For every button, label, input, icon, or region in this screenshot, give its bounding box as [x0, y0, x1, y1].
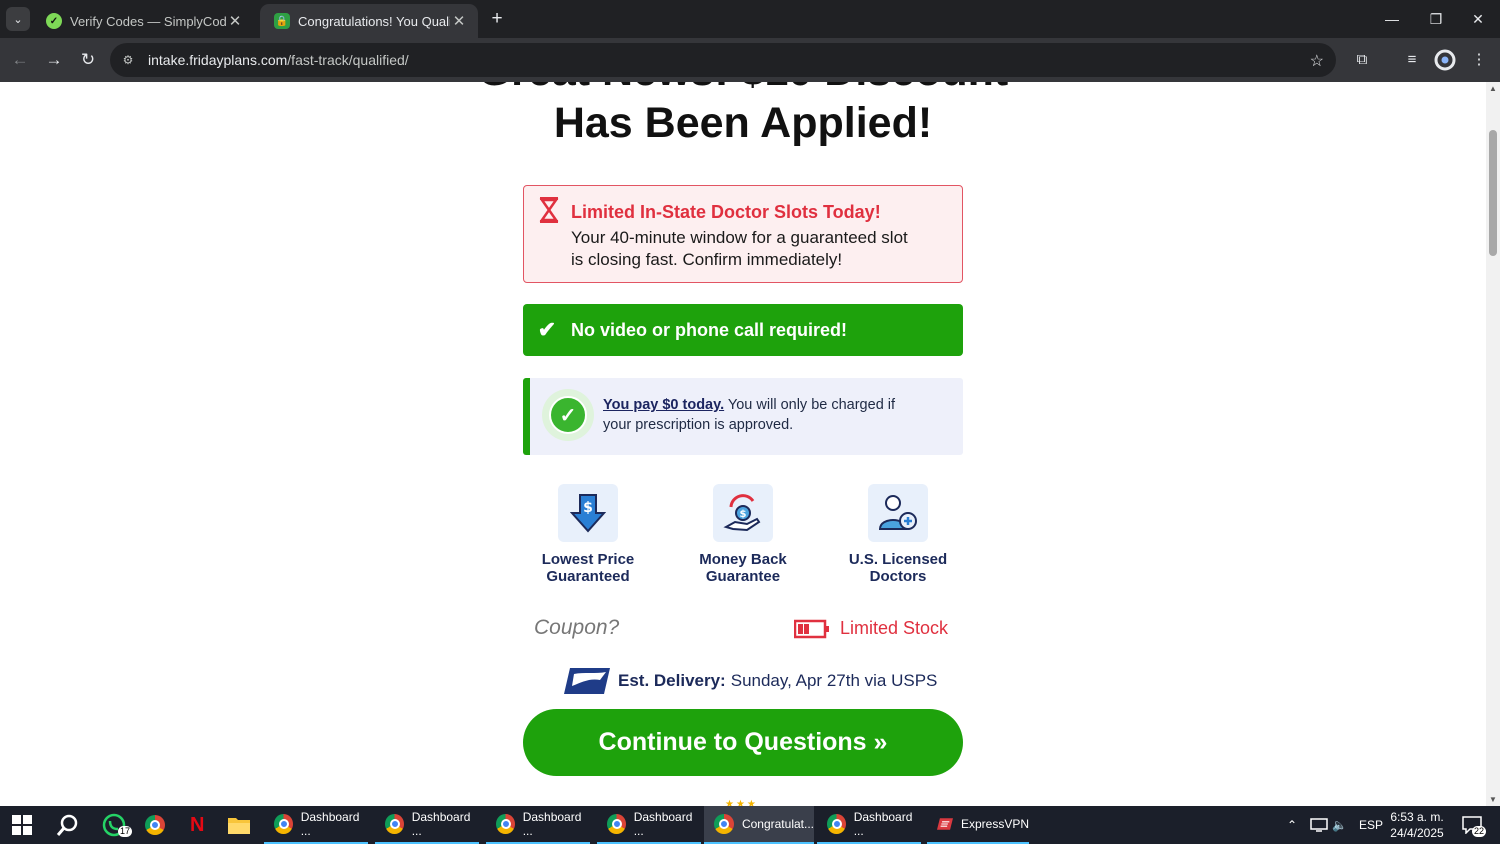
tab-verify-codes[interactable]: ✓ Verify Codes — SimplyCodes ✕ [32, 4, 254, 38]
taskbar-chrome-dashboard-2[interactable]: Dashboard ... [375, 806, 479, 844]
chrome-icon [274, 814, 293, 834]
coupon-link[interactable]: Coupon? [534, 616, 619, 640]
stock-text: Limited Stock [840, 618, 949, 638]
scroll-down-icon[interactable]: ▼ [1488, 795, 1498, 804]
network-icon[interactable] [1310, 806, 1328, 844]
feature-lowest-price: $ Lowest Price Guaranteed [513, 484, 663, 585]
address-bar[interactable]: ⚙ intake.fridayplans.com/fast-track/qual… [110, 43, 1336, 77]
tab-search-button[interactable]: ⌄ [6, 7, 30, 31]
delivery-estimate: Est. Delivery: Sunday, Apr 27th via USPS [564, 666, 937, 696]
notifications-icon[interactable]: 22 [1462, 806, 1487, 844]
taskbar-chrome-dashboard-1[interactable]: Dashboard ... [264, 806, 368, 844]
page-content: Great News: $10 Discount Has Been Applie… [0, 82, 1486, 806]
feature-label: U.S. Licensed Doctors [848, 551, 948, 585]
feature-label: Lowest Price Guaranteed [541, 551, 635, 585]
whatsapp-icon[interactable]: 17 [102, 806, 133, 844]
chrome-icon [607, 814, 626, 834]
chrome-icon [385, 814, 404, 834]
forward-icon[interactable]: → [42, 48, 66, 72]
windows-taskbar: 17 N Dashboard ... Dashboard ... Dashboa… [0, 806, 1500, 844]
netflix-icon[interactable]: N [190, 806, 204, 844]
payment-text: You pay $0 today. You will only be charg… [603, 397, 896, 433]
tab-strip: ⌄ ✓ Verify Codes — SimplyCodes ✕ 🔒 Congr… [0, 0, 1500, 38]
no-call-text: No video or phone call required! [571, 319, 848, 340]
hourglass-icon [539, 197, 559, 223]
payment-notice: ✓ You pay $0 today. You will only be cha… [523, 378, 963, 455]
alert-title: Limited In-State Doctor Slots Today! [571, 202, 881, 222]
search-icon[interactable] [56, 806, 80, 844]
pay-today-link[interactable]: You pay $0 today. [603, 397, 724, 413]
feature-money-back: $ Money Back Guarantee [668, 484, 818, 585]
limited-stock: Limited Stock [794, 618, 948, 639]
low-battery-icon [794, 619, 829, 638]
windows-start-icon[interactable] [12, 806, 32, 844]
page-scrollbar[interactable]: ▲ ▼ [1486, 82, 1500, 806]
profile-icon[interactable] [1434, 49, 1456, 71]
svg-text:$: $ [740, 509, 747, 520]
menu-kebab-icon[interactable]: ⋮ [1468, 49, 1490, 71]
chrome-icon[interactable] [145, 806, 173, 844]
taskbar-chrome-dashboard-5[interactable]: Dashboard ... [817, 806, 921, 844]
new-tab-button[interactable]: + [486, 8, 508, 30]
back-icon[interactable]: ← [8, 48, 32, 72]
alert-body: Your 40-minute window for a guaranteed s… [571, 228, 908, 269]
clock-time: 6:53 a. m. [1390, 810, 1444, 824]
tab-congratulations[interactable]: 🔒 Congratulations! You Qualified! ✕ [260, 4, 478, 38]
restore-button[interactable]: ❐ [1414, 0, 1458, 38]
tray-chevron-icon[interactable]: ⌃ [1287, 806, 1297, 844]
minimize-button[interactable]: — [1370, 0, 1414, 38]
taskbar-chrome-dashboard-4[interactable]: Dashboard ... [597, 806, 701, 844]
taskbar-chrome-congratulations[interactable]: Congratulat... [704, 806, 814, 844]
feature-licensed-doctors: U.S. Licensed Doctors [823, 484, 973, 585]
simplycodes-favicon-icon: ✓ [46, 13, 62, 29]
delivery-value: Sunday, Apr 27th via USPS [730, 671, 938, 690]
fridayplans-favicon-icon: 🔒 [274, 13, 290, 29]
urgency-alert: Limited In-State Doctor Slots Today! You… [523, 185, 963, 283]
language-indicator[interactable]: ESP [1359, 806, 1383, 844]
taskbar-expressvpn[interactable]: ExpressVPN [927, 806, 1029, 844]
browser-toolbar: ← → ↻ ⚙ intake.fridayplans.com/fast-trac… [0, 38, 1500, 82]
whatsapp-badge: 17 [118, 826, 133, 837]
usps-logo-icon [564, 668, 610, 694]
expressvpn-icon [937, 818, 953, 830]
chrome-icon [827, 814, 846, 834]
tab-close-icon[interactable]: ✕ [226, 12, 244, 30]
arrow-down-dollar-icon: $ [558, 484, 618, 542]
file-explorer-icon[interactable] [228, 806, 250, 844]
reload-icon[interactable]: ↻ [76, 48, 100, 72]
rating-stars-icon: ★★★ [725, 799, 758, 806]
taskbar-chrome-dashboard-3[interactable]: Dashboard ... [486, 806, 590, 844]
clock-date: 24/4/2025 [1390, 826, 1444, 840]
check-circle-icon: ✓ [542, 389, 594, 441]
no-call-banner: ✔ No video or phone call required! [523, 304, 963, 356]
checkmark-icon: ✔ [537, 317, 557, 342]
tab-title: Verify Codes — SimplyCodes [70, 13, 226, 29]
chrome-icon [714, 814, 734, 834]
volume-icon[interactable]: 🔈 [1332, 806, 1347, 844]
headline-top: Great News: $10 Discount [440, 82, 1046, 96]
site-info-icon[interactable]: ⚙ [120, 52, 136, 68]
bookmark-star-icon[interactable]: ☆ [1310, 51, 1324, 71]
tab-close-icon[interactable]: ✕ [450, 12, 468, 30]
delivery-label: Est. Delivery: [618, 671, 726, 690]
extensions-icon[interactable]: ⧉ [1351, 49, 1373, 71]
close-window-button[interactable]: ✕ [1456, 0, 1500, 38]
scroll-up-icon[interactable]: ▲ [1488, 84, 1498, 93]
feature-label: Money Back Guarantee [699, 551, 787, 585]
headline: Has Been Applied! [553, 99, 933, 147]
doctor-icon [868, 484, 928, 542]
system-clock[interactable]: 6:53 a. m. 24/4/2025 [1384, 809, 1450, 841]
continue-button[interactable]: Continue to Questions » [523, 709, 963, 776]
notification-count: 22 [1472, 826, 1487, 837]
url-text: intake.fridayplans.com/fast-track/qualif… [148, 52, 409, 68]
hand-money-icon: $ [713, 484, 773, 542]
tab-title: Congratulations! You Qualified! [298, 13, 450, 29]
chrome-icon [496, 814, 515, 834]
media-control-icon[interactable]: ≡ [1401, 49, 1423, 71]
scroll-thumb[interactable] [1489, 130, 1497, 256]
svg-text:$: $ [583, 500, 593, 516]
